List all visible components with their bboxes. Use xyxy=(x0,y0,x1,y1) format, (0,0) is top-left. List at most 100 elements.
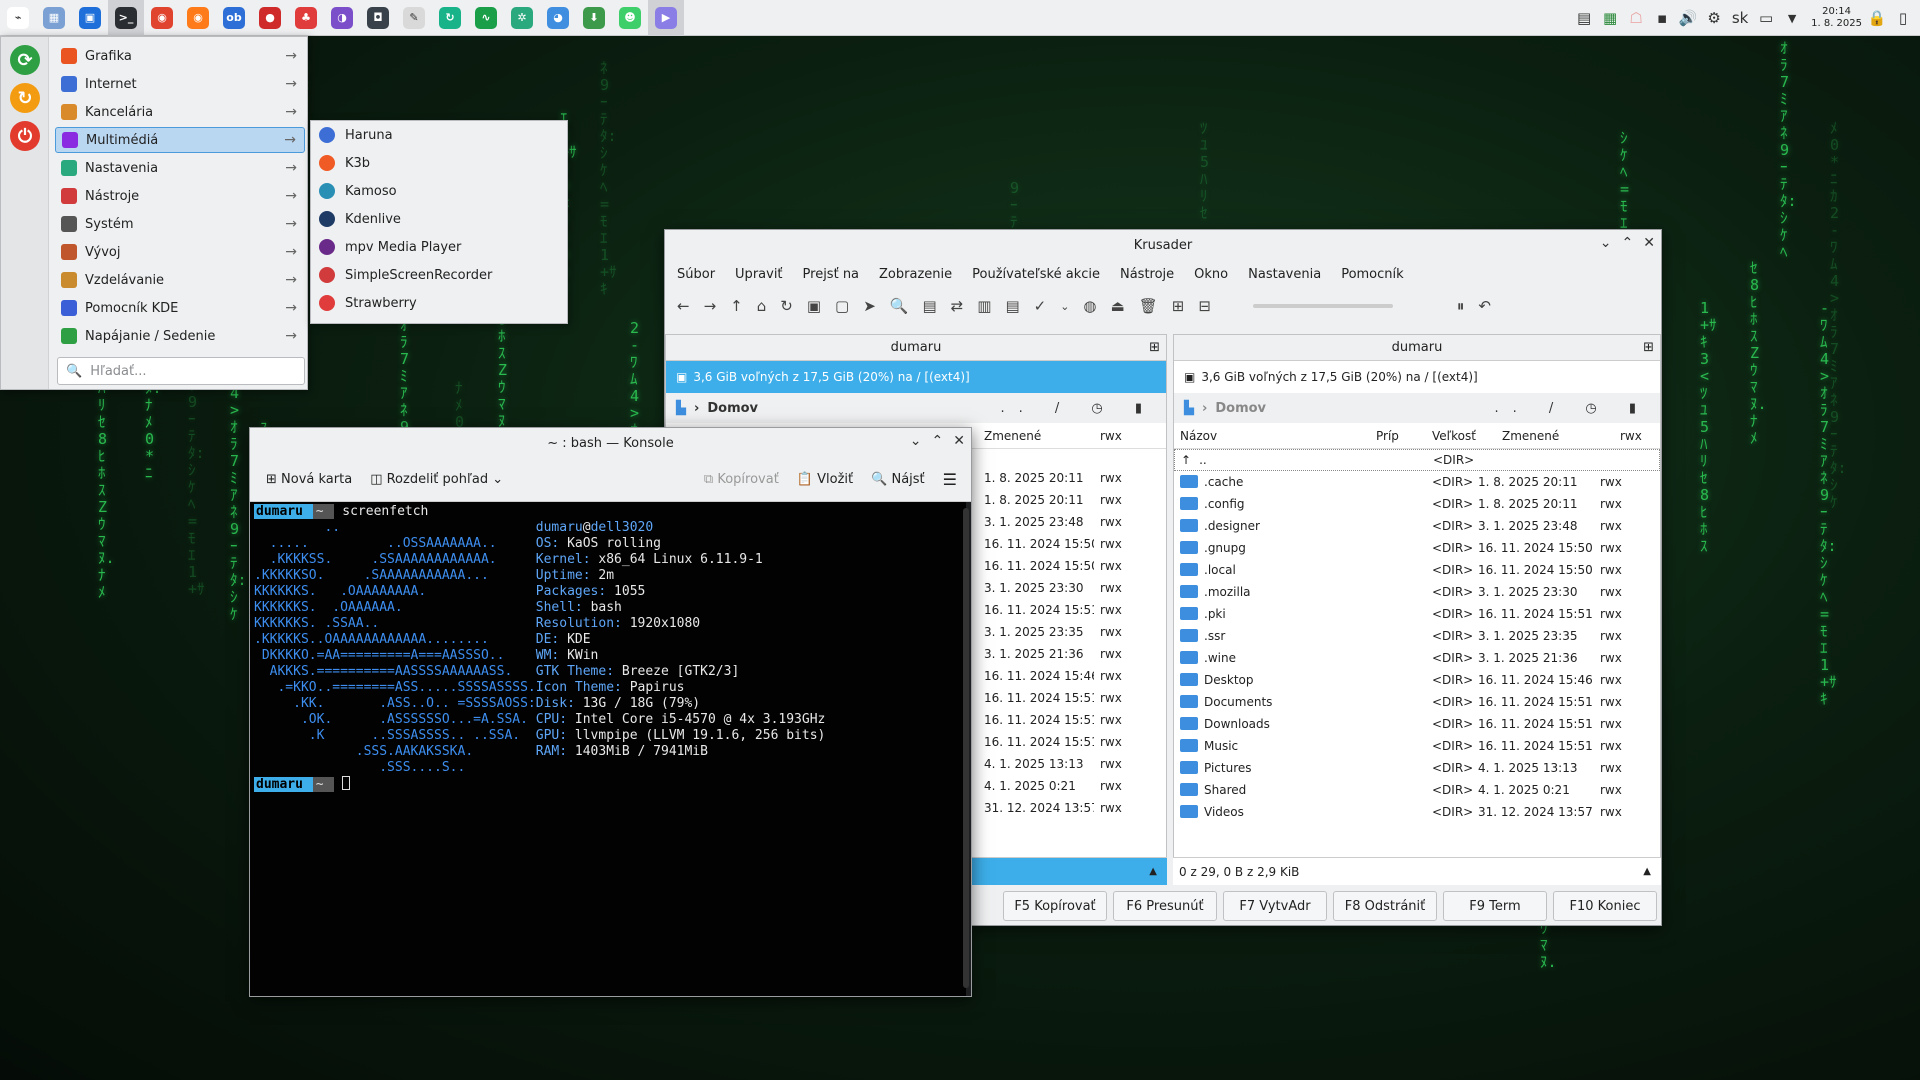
home-icon[interactable]: ⌂ xyxy=(757,297,767,315)
menu-item[interactable]: Upraviť xyxy=(735,267,782,282)
col-perm[interactable]: rwx xyxy=(1614,429,1642,443)
devices-icon[interactable]: ▪ xyxy=(1651,7,1673,29)
chevron-up-icon[interactable]: ▲ xyxy=(1149,866,1157,877)
tray-expand-icon[interactable]: ▼ xyxy=(1781,7,1803,29)
terminal-area[interactable]: dumaru ~ screenfetch .. dumaru@dell3020 … xyxy=(250,502,966,996)
screenshot-app-icon[interactable]: ▶ xyxy=(648,0,684,36)
color-picker-icon[interactable]: ◑ xyxy=(324,0,360,36)
zoom-in-icon[interactable]: ⊞ xyxy=(1172,297,1185,315)
function-key-button[interactable]: F9 Term xyxy=(1443,891,1547,921)
chevron-down-icon[interactable]: ⌄ xyxy=(1060,300,1069,313)
download-app-icon[interactable]: ⬇ xyxy=(576,0,612,36)
monitor-app-icon[interactable]: ∿ xyxy=(468,0,504,36)
function-key-button[interactable]: F5 Kopírovať xyxy=(1003,891,1107,921)
launcher-category[interactable]: Systém → xyxy=(55,211,305,237)
menu-item[interactable]: Pomocník xyxy=(1341,267,1403,282)
menu-item[interactable]: Nástroje xyxy=(1120,267,1174,282)
file-row[interactable]: Desktop <DIR> 16. 11. 2024 15:46 rwx xyxy=(1174,669,1660,691)
ghost-icon[interactable]: ☖ xyxy=(1625,7,1647,29)
minimize-icon[interactable]: ⌄ xyxy=(910,433,922,449)
close-icon[interactable]: ✕ xyxy=(953,433,965,449)
unpack-icon[interactable]: ▤ xyxy=(1005,297,1019,315)
file-row[interactable]: .wine <DIR> 3. 1. 2025 21:36 rwx xyxy=(1174,647,1660,669)
keyboard-layout[interactable]: sk xyxy=(1729,7,1751,29)
git-app-icon[interactable]: ✲ xyxy=(504,0,540,36)
submenu-item[interactable]: Kamoso xyxy=(311,177,567,205)
menu-item[interactable]: Okno xyxy=(1194,267,1228,282)
select-all-icon[interactable]: ▣ xyxy=(807,297,821,315)
history-icon[interactable]: .. / ◷ ▮ xyxy=(1494,401,1650,416)
copy-button[interactable]: ⧉ Kopírovať xyxy=(704,472,779,487)
settings-icon[interactable]: ⚙ xyxy=(1703,7,1725,29)
maximize-icon[interactable]: ⌃ xyxy=(932,433,944,449)
back-icon[interactable]: ← xyxy=(677,297,690,315)
menu-item[interactable]: Prejsť na xyxy=(803,267,860,282)
launcher-category[interactable]: Nastavenia → xyxy=(55,155,305,181)
clock[interactable]: 20:14 1. 8. 2025 xyxy=(1811,6,1862,30)
file-row[interactable]: Videos <DIR> 31. 12. 2024 13:57 rwx xyxy=(1174,801,1660,823)
unselect-icon[interactable]: ▢ xyxy=(835,297,849,315)
col-perm[interactable]: rwx xyxy=(1094,429,1122,443)
camera-icon[interactable]: ◘ xyxy=(360,0,396,36)
up-icon[interactable]: ↑ xyxy=(730,297,743,315)
split-view-button[interactable]: ◫ Rozdeliť pohľad ⌄ xyxy=(370,472,503,487)
file-row[interactable]: .config <DIR> 1. 8. 2025 20:11 rwx xyxy=(1174,493,1660,515)
submenu-item[interactable]: Haruna xyxy=(311,121,567,149)
app-ob-icon[interactable]: ob xyxy=(216,0,252,36)
checkmark-icon[interactable]: ✓ xyxy=(1034,297,1047,315)
file-row[interactable]: Music <DIR> 16. 11. 2024 15:51 rwx xyxy=(1174,735,1660,757)
mount-icon[interactable]: ⏏ xyxy=(1111,297,1125,315)
col-size[interactable]: Veľkosť xyxy=(1426,429,1496,443)
submenu-item[interactable]: Strawberry xyxy=(311,289,567,317)
screen-recorder-icon[interactable]: ● xyxy=(252,0,288,36)
restart-icon[interactable]: ↻ xyxy=(10,83,40,113)
file-row[interactable]: Pictures <DIR> 4. 1. 2025 13:13 rwx xyxy=(1174,757,1660,779)
submenu-item[interactable]: mpv Media Player xyxy=(311,233,567,261)
krusader-titlebar[interactable]: Krusader ⌄ ⌃ ✕ xyxy=(665,230,1661,260)
show-desktop-icon[interactable]: ▯ xyxy=(1892,7,1914,29)
kickoff-icon[interactable]: ⌁ xyxy=(0,0,36,36)
logout-icon[interactable]: ⟳ xyxy=(10,45,40,75)
file-row[interactable]: ↑.. <DIR> xyxy=(1174,449,1660,471)
launcher-category[interactable]: Nástroje → xyxy=(55,183,305,209)
krusader-icon[interactable]: ▣ xyxy=(72,0,108,36)
history-icon[interactable]: .. / ◷ ▮ xyxy=(1000,401,1156,416)
launcher-category[interactable]: Internet → xyxy=(55,71,305,97)
launcher-category[interactable]: Kancelária → xyxy=(55,99,305,125)
volume-icon[interactable]: 🔊 xyxy=(1677,7,1699,29)
paste-button[interactable]: 📋 Vložiť xyxy=(797,472,853,487)
pointer-icon[interactable]: ➤ xyxy=(863,297,876,315)
lock-icon[interactable]: 🔒 xyxy=(1866,7,1888,29)
launcher-category[interactable]: Grafika → xyxy=(55,43,305,69)
submenu-item[interactable]: K3b xyxy=(311,149,567,177)
right-breadcrumb[interactable]: ▙ › Domov .. / ◷ ▮ xyxy=(1174,393,1660,423)
chromium-icon[interactable]: ◕ xyxy=(540,0,576,36)
maximize-icon[interactable]: ⌃ xyxy=(1622,235,1634,251)
forward-icon[interactable]: → xyxy=(704,297,717,315)
file-row[interactable]: .pki <DIR> 16. 11. 2024 15:51 rwx xyxy=(1174,603,1660,625)
right-panel[interactable]: dumaru ⊞ ▣ 3,6 GiB voľných z 17,5 GiB (20%… xyxy=(1173,334,1661,880)
file-row[interactable]: .designer <DIR> 3. 1. 2025 23:48 rwx xyxy=(1174,515,1660,537)
menu-item[interactable]: Zobrazenie xyxy=(879,267,952,282)
hamburger-menu-icon[interactable]: ☰ xyxy=(943,470,957,489)
find-icon[interactable]: 🔍 xyxy=(890,297,909,315)
submenu-item[interactable]: Kdenlive xyxy=(311,205,567,233)
function-key-button[interactable]: F10 Koniec xyxy=(1553,891,1657,921)
col-modified[interactable]: Zmenené xyxy=(978,429,1094,443)
chrome-icon[interactable]: ◉ xyxy=(144,0,180,36)
network-icon[interactable]: ◍ xyxy=(1083,297,1096,315)
minimize-icon[interactable]: ⌄ xyxy=(1600,235,1612,251)
firefox-icon[interactable]: ◉ xyxy=(180,0,216,36)
undo-icon[interactable]: ↶ xyxy=(1478,297,1491,315)
find-button[interactable]: 🔍 Nájsť xyxy=(871,472,925,487)
col-ext[interactable]: Príp xyxy=(1370,429,1426,443)
pack-icon[interactable]: ▥ xyxy=(977,297,991,315)
zoom-out-icon[interactable]: ⊟ xyxy=(1198,297,1211,315)
submenu-item[interactable]: SimpleScreenRecorder xyxy=(311,261,567,289)
function-key-button[interactable]: F8 Odstrániť xyxy=(1333,891,1437,921)
file-row[interactable]: Documents <DIR> 16. 11. 2024 15:51 rwx xyxy=(1174,691,1660,713)
col-modified[interactable]: Zmenené xyxy=(1496,429,1614,443)
launcher-category[interactable]: Napájanie / Sedenie → xyxy=(55,323,305,349)
pdf-icon[interactable]: ✎ xyxy=(396,0,432,36)
updates-icon[interactable]: ▦ xyxy=(1599,7,1621,29)
